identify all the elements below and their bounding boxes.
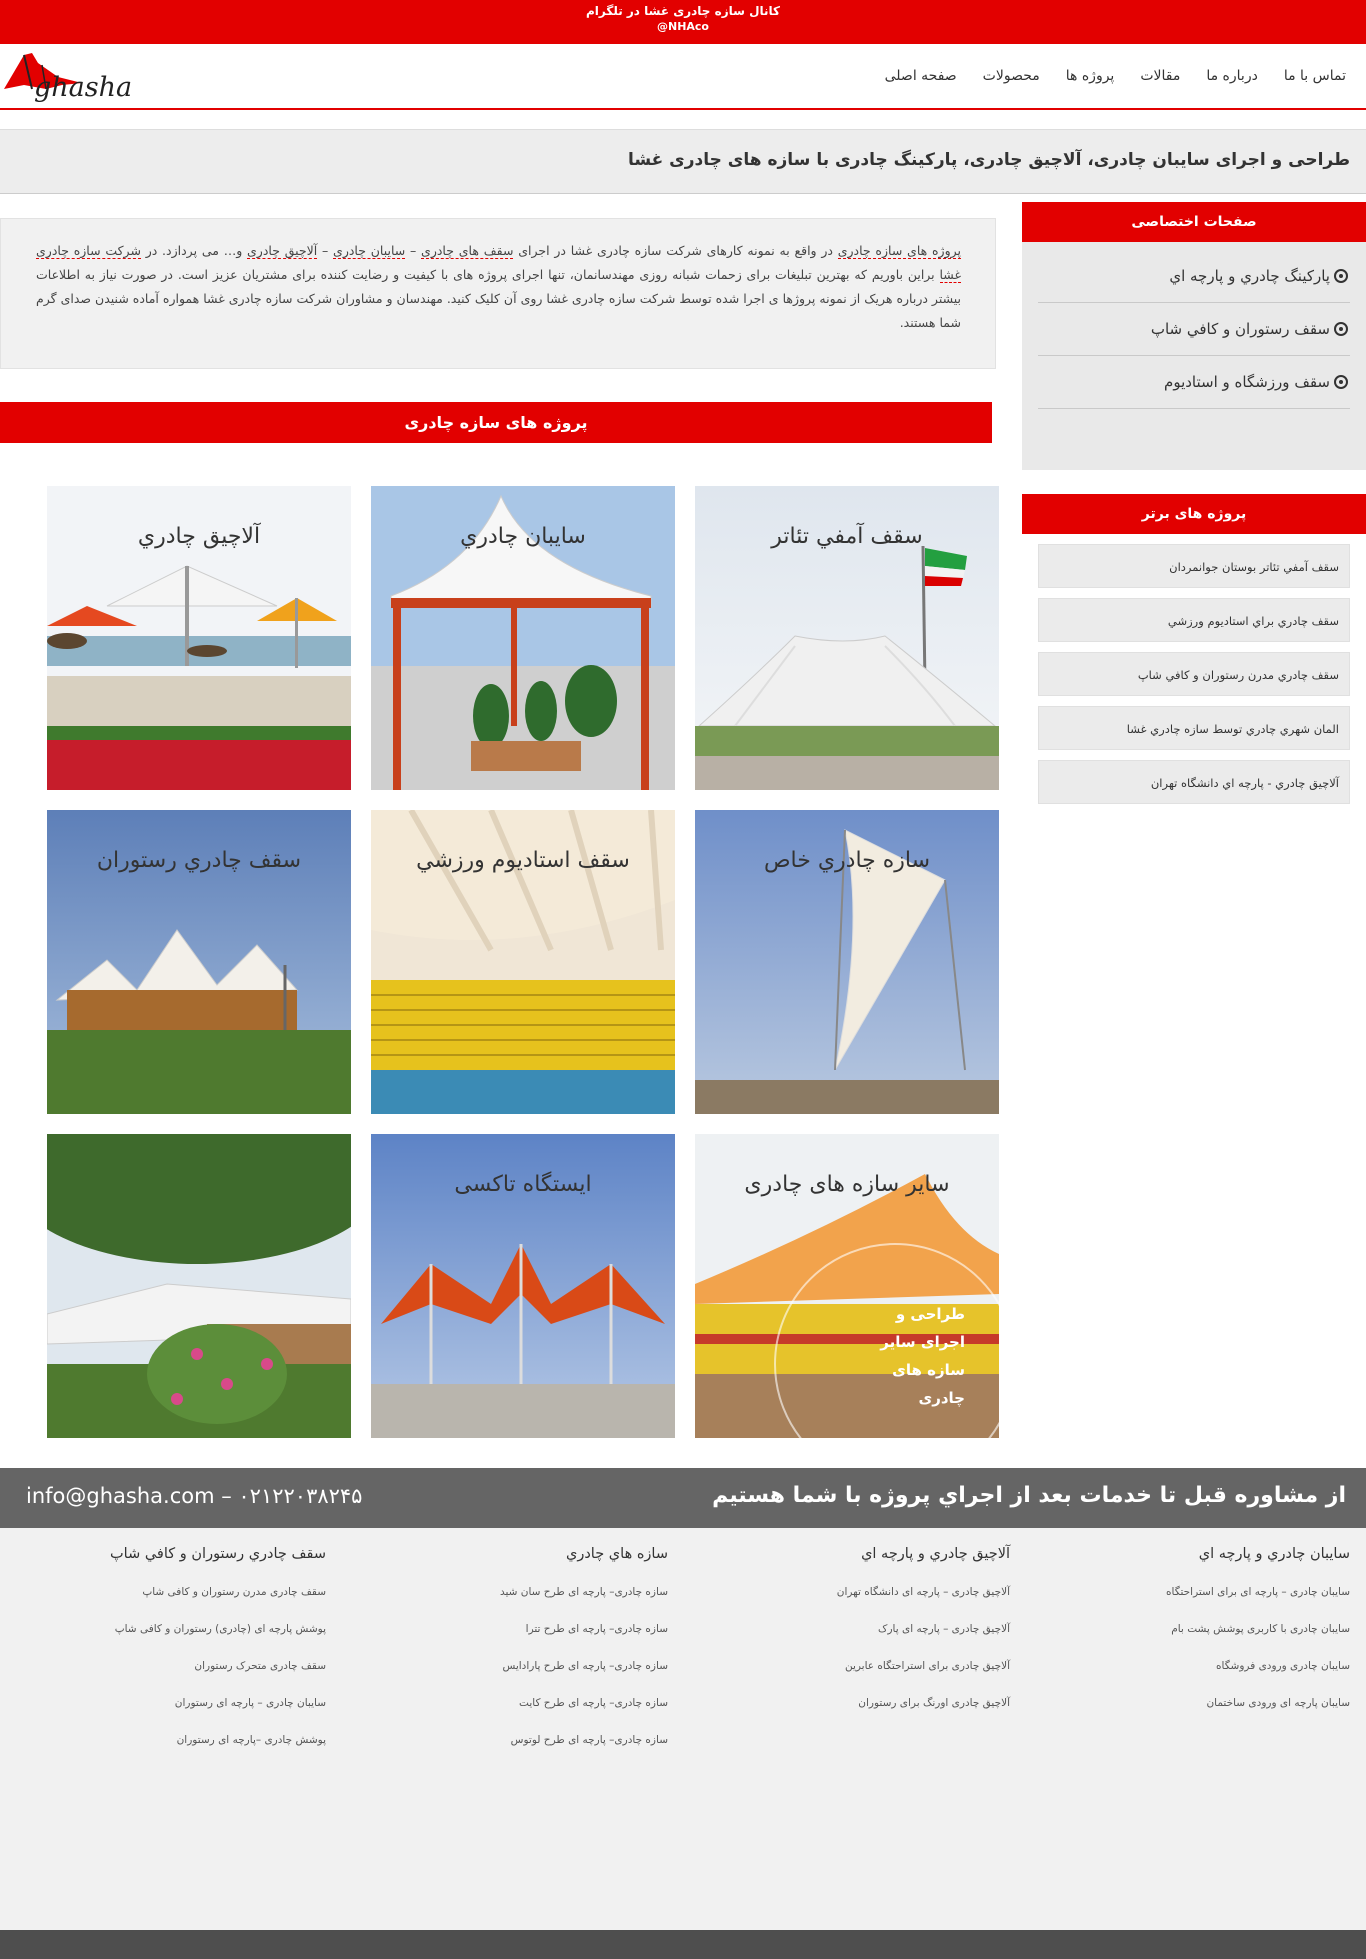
nav-articles[interactable]: مقالات (1140, 68, 1180, 84)
footer-link[interactable]: سقف چادری مدرن رستوران و کافی شاپ (26, 1584, 326, 1621)
tile-caption: سقف استاديوم ورزشي (416, 848, 630, 873)
overlay-text: چادری (918, 1389, 965, 1408)
footer-column-title: سازه هاي چادري (566, 1546, 668, 1562)
garden-tent-photo (47, 1134, 351, 1438)
intro-keyword-link[interactable]: سقف های چادری (421, 243, 514, 259)
telegram-handle: @NHAco (656, 20, 709, 33)
sidebar-item-parking[interactable]: پارکينگ چادري و پارچه اي (1038, 250, 1350, 303)
ghasha-logo[interactable]: ghasha (2, 49, 132, 105)
project-tile-other-structures[interactable]: طراحی و اجرای سایر سازه های چادری ساير س… (695, 1134, 999, 1438)
site-footer: سايبان چادري و پارچه اي سایبان چادری – پ… (0, 1528, 1366, 1930)
footer-link[interactable]: سازه چادری– پارچه ای طرح سان شید (368, 1584, 668, 1621)
telegram-banner[interactable]: کانال سازه چادری غشا در تلگرام @NHAco (0, 0, 1366, 44)
intro-keyword-link[interactable]: پروژه های سازه چادری (837, 243, 962, 259)
nav-about[interactable]: درباره ما (1206, 68, 1257, 84)
footer-link[interactable]: سایبان چادری با کاربری پوشش پشت بام (1050, 1621, 1350, 1658)
project-tile-garden-tent[interactable] (47, 1134, 351, 1438)
footer-link[interactable]: سایبان چادری – پارچه ای رستوران (26, 1695, 326, 1732)
project-tile-taxi-station[interactable]: ایستگاه تاکسی (371, 1134, 675, 1438)
projects-heading: پروژه های سازه چادری (0, 402, 992, 443)
footer-link[interactable]: سقف چادری متحرک رستوران (26, 1658, 326, 1695)
tile-caption: ایستگاه تاکسی (454, 1172, 592, 1197)
sidebar-item-restaurant-roof[interactable]: سقف رستوران و کافي شاپ (1038, 303, 1350, 356)
footer-link[interactable]: آلاچیق چادری – پارچه ای دانشگاه تهران (710, 1584, 1010, 1621)
footer-column-title: سايبان چادري و پارچه اي (1198, 1546, 1350, 1562)
footer-link[interactable]: سازه چادری– پارچه ای طرح تترا (368, 1621, 668, 1658)
top-project-link[interactable]: سقف آمفي تئاتر بوستان جوانمردان (1038, 544, 1350, 588)
project-tile-stadium[interactable]: سقف استاديوم ورزشي (371, 810, 675, 1114)
top-project-link[interactable]: المان شهري چادري توسط سازه چادري غشا (1038, 706, 1350, 750)
footer-bottom-strip (0, 1930, 1366, 1959)
nav-contact[interactable]: تماس با ما (1284, 68, 1346, 84)
footer-link[interactable]: سایبان چادری ورودی فروشگاه (1050, 1658, 1350, 1695)
footer-column-canopy: سايبان چادري و پارچه اي سایبان چادری – پ… (1050, 1546, 1350, 1732)
footer-column-gazebo: آلاچيق چادري و پارچه اي آلاچیق چادری – پ… (710, 1546, 1010, 1732)
footer-link[interactable]: سایبان پارچه ای ورودی ساختمان (1050, 1695, 1350, 1732)
sidebar-item-label: سقف رستوران و کافي شاپ (1150, 320, 1330, 338)
bullet-circle-icon (1334, 322, 1348, 336)
intro-box: پروژه های سازه چادری در واقع به نمونه کا… (0, 218, 996, 369)
top-project-link[interactable]: سقف چادري براي استاديوم ورزشي (1038, 598, 1350, 642)
footer-column-title: آلاچيق چادري و پارچه اي (861, 1546, 1010, 1562)
intro-text: پروژه های سازه چادری در واقع به نمونه کا… (36, 243, 962, 330)
project-tile-restaurant-roof[interactable]: سقف چادري رستوران (47, 810, 351, 1114)
project-tile-canopy[interactable]: سايبان چادري (371, 486, 675, 790)
tile-caption: سقف آمفي تئاتر (771, 524, 923, 549)
intro-keyword-link[interactable]: آلاچیق چادری (247, 243, 318, 259)
tile-caption: سازه چادري خاص (763, 848, 931, 873)
contact-info[interactable]: info@ghasha.com – ۰۲۱۲۲۰۳۸۲۴۵ (26, 1484, 362, 1508)
contact-bar: از مشاوره قبل تا خدمات بعد از اجراي پروژ… (0, 1468, 1366, 1528)
sidebar-item-label: پارکينگ چادري و پارچه اي (1169, 267, 1330, 285)
tile-caption: سقف چادري رستوران (96, 848, 302, 873)
main-nav: صفحه اصلی محصولات پروژه ها مقالات درباره… (885, 68, 1346, 84)
overlay-text: سازه های (892, 1361, 965, 1379)
footer-link[interactable]: سازه چادری– پارچه ای طرح کایت (368, 1695, 668, 1732)
sidebar-item-label: سقف ورزشگاه و استاديوم (1164, 373, 1330, 391)
footer-link[interactable]: سایبان چادری – پارچه ای برای استراحتگاه (1050, 1584, 1350, 1621)
top-project-link[interactable]: آلاچيق چادري - پارچه اي دانشگاه تهران (1038, 760, 1350, 804)
tile-caption: سايبان چادري (460, 524, 586, 549)
overlay-text: طراحی و (895, 1305, 965, 1323)
tile-caption: ساير سازه های چادری (744, 1172, 950, 1197)
logo-wordmark: ghasha (34, 72, 132, 103)
bullet-circle-icon (1334, 269, 1348, 283)
top-project-link[interactable]: سقف چادري مدرن رستوران و کافي شاپ (1038, 652, 1350, 696)
footer-column-title: سقف چادري رستوران و کافي شاپ (110, 1546, 326, 1562)
nav-projects[interactable]: پروژه ها (1066, 68, 1115, 84)
telegram-banner-title: کانال سازه چادری غشا در تلگرام (585, 4, 781, 18)
sidebar-special-pages: صفحات اختصاصی پارکينگ چادري و پارچه اي س… (1022, 202, 1366, 470)
footer-link[interactable]: آلاچیق چادری برای استراحتگاه عابرین (710, 1658, 1010, 1695)
footer-link[interactable]: آلاچیق چادری اورنگ برای رستوران (710, 1695, 1010, 1732)
sidebar-top-projects: پروژه های برتر سقف آمفي تئاتر بوستان جوا… (1022, 494, 1366, 814)
site-header: ghasha صفحه اصلی محصولات پروژه ها مقالات… (0, 44, 1366, 110)
page-title: طراحی و اجرای سایبان چادری، آلاچیق چادری… (627, 150, 1350, 170)
footer-link[interactable]: پوشش چادری –پارچه ای رستوران (26, 1732, 326, 1769)
sidebar-item-stadium-roof[interactable]: سقف ورزشگاه و استاديوم (1038, 356, 1350, 409)
footer-link[interactable]: آلاچیق چادری – پارچه ای پارک (710, 1621, 1010, 1658)
sidebar-top-heading: پروژه های برتر (1022, 494, 1366, 534)
page-title-bar: طراحی و اجرای سایبان چادری، آلاچیق چادری… (0, 129, 1366, 194)
footer-column-structures: سازه هاي چادري سازه چادری– پارچه ای طرح … (368, 1546, 668, 1769)
nav-home[interactable]: صفحه اصلی (885, 68, 957, 84)
contact-slogan: از مشاوره قبل تا خدمات بعد از اجراي پروژ… (712, 1483, 1346, 1508)
bullet-circle-icon (1334, 375, 1348, 389)
footer-column-restaurant: سقف چادري رستوران و کافي شاپ سقف چادری م… (26, 1546, 326, 1769)
nav-products[interactable]: محصولات (983, 68, 1040, 84)
project-tile-amphitheater[interactable]: سقف آمفي تئاتر (695, 486, 999, 790)
footer-link[interactable]: پوشش پارچه ای (چادری) رستوران و کافی شاپ (26, 1621, 326, 1658)
overlay-text: اجرای سایر (879, 1333, 965, 1351)
intro-keyword-link[interactable]: سایبان چادری (333, 243, 406, 259)
sidebar-special-heading: صفحات اختصاصی (1022, 202, 1366, 242)
tile-caption: آلاچيق چادري (137, 524, 261, 549)
project-tile-gazebo[interactable]: آلاچيق چادري (47, 486, 351, 790)
footer-link[interactable]: سازه چادری– پارچه ای طرح پارادایس (368, 1658, 668, 1695)
footer-link[interactable]: سازه چادری– پارچه ای طرح لوتوس (368, 1732, 668, 1769)
project-tile-special-structure[interactable]: سازه چادري خاص (695, 810, 999, 1114)
